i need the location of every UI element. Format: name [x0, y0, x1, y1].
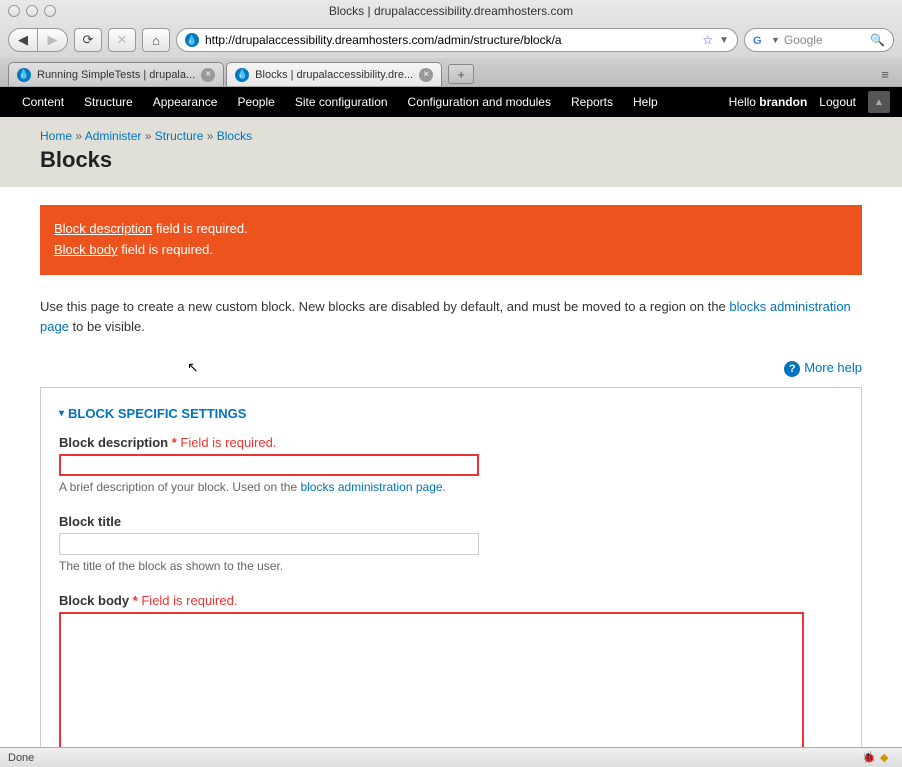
new-tab-button[interactable]: + [448, 64, 474, 84]
admin-toolbar: Content Structure Appearance People Site… [0, 87, 902, 117]
browser-chrome: Blocks | drupalaccessibility.dreamhoster… [0, 0, 902, 87]
crumb-home[interactable]: Home [40, 129, 72, 143]
menu-help[interactable]: Help [623, 95, 668, 109]
field-block-description: Block description * Field is required. A… [59, 435, 843, 494]
page-viewport[interactable]: Content Structure Appearance People Site… [0, 87, 902, 747]
crumb-administer[interactable]: Administer [85, 129, 142, 143]
back-button[interactable]: ◀ [8, 28, 38, 52]
menu-content[interactable]: Content [12, 95, 74, 109]
close-window-icon[interactable] [8, 5, 20, 17]
tab-simpletests[interactable]: 💧 Running SimpleTests | drupala... × [8, 62, 224, 86]
tab-close-icon[interactable]: × [201, 68, 215, 82]
input-block-description[interactable] [59, 454, 479, 476]
drupal-favicon-icon: 💧 [185, 33, 199, 47]
search-bar[interactable]: ▼ Google 🔍 [744, 28, 894, 52]
page-title: Blocks [40, 147, 862, 173]
firebug-icon[interactable]: 🐞 [862, 751, 876, 765]
crumb-structure[interactable]: Structure [155, 129, 204, 143]
logout-link[interactable]: Logout [819, 95, 856, 109]
page-header: Home » Administer » Structure » Blocks B… [0, 117, 902, 187]
more-help: ? More help [40, 360, 862, 377]
error-line: Block description field is required. [54, 219, 848, 240]
blocks-admin-link[interactable]: blocks administration page [300, 480, 442, 494]
tab-label: Blocks | drupalaccessibility.dre... [255, 69, 413, 81]
url-input[interactable] [205, 33, 696, 47]
window-controls [8, 5, 56, 17]
zoom-window-icon[interactable] [44, 5, 56, 17]
titlebar: Blocks | drupalaccessibility.dreamhoster… [0, 0, 902, 22]
tab-list-button[interactable]: ≡ [876, 65, 894, 83]
error-link[interactable]: Block description [54, 221, 152, 236]
collapse-arrow-icon: ▾ [59, 408, 64, 419]
drupal-favicon-icon: 💧 [17, 68, 31, 82]
error-line: Block body field is required. [54, 240, 848, 261]
error-link[interactable]: Block body [54, 242, 118, 257]
help-block-description: A brief description of your block. Used … [59, 480, 843, 494]
input-block-title[interactable] [59, 533, 479, 555]
status-bar: Done 🐞 ◆ [0, 747, 902, 767]
menu-appearance[interactable]: Appearance [143, 95, 228, 109]
dropdown-icon[interactable]: ▼ [719, 35, 729, 46]
window-title: Blocks | drupalaccessibility.dreamhoster… [329, 4, 573, 18]
more-help-link[interactable]: More help [804, 360, 862, 375]
stop-button[interactable]: ✕ [108, 28, 136, 52]
field-block-title: Block title The title of the block as sh… [59, 514, 843, 573]
error-messages: Block description field is required. Blo… [40, 205, 862, 275]
search-placeholder: Google [784, 33, 823, 47]
block-settings-fieldset: ▾ BLOCK SPECIFIC SETTINGS Block descript… [40, 387, 862, 747]
menu-site-config[interactable]: Site configuration [285, 95, 398, 109]
nav-buttons: ◀ ▶ [8, 28, 68, 52]
fieldset-legend[interactable]: ▾ BLOCK SPECIFIC SETTINGS [59, 406, 843, 421]
google-icon [753, 33, 767, 47]
addon-icon[interactable]: ◆ [880, 751, 894, 765]
hello-user: Hello brandon [729, 95, 808, 109]
menu-people[interactable]: People [227, 95, 284, 109]
home-button[interactable]: ⌂ [142, 28, 170, 52]
breadcrumb: Home » Administer » Structure » Blocks [40, 129, 862, 143]
crumb-blocks[interactable]: Blocks [217, 129, 252, 143]
search-icon[interactable]: 🔍 [870, 33, 885, 47]
label-block-description: Block description * Field is required. [59, 435, 843, 450]
menu-reports[interactable]: Reports [561, 95, 623, 109]
url-bar[interactable]: 💧 ☆ ▼ [176, 28, 738, 52]
tab-blocks[interactable]: 💧 Blocks | drupalaccessibility.dre... × [226, 62, 442, 86]
tab-strip: 💧 Running SimpleTests | drupala... × 💧 B… [0, 58, 902, 86]
label-block-body: Block body * Field is required. [59, 593, 843, 608]
page-body: Block description field is required. Blo… [0, 187, 902, 747]
tab-label: Running SimpleTests | drupala... [37, 69, 195, 81]
bookmark-star-icon[interactable]: ☆ [702, 33, 713, 47]
browser-toolbar: ◀ ▶ ⟳ ✕ ⌂ 💧 ☆ ▼ ▼ Google 🔍 [0, 22, 902, 58]
label-block-title: Block title [59, 514, 843, 529]
info-icon: ? [784, 361, 800, 377]
tab-close-icon[interactable]: × [419, 68, 433, 82]
toolbar-toggle-icon[interactable]: ▲ [868, 91, 890, 113]
drupal-favicon-icon: 💧 [235, 68, 249, 82]
forward-button[interactable]: ▶ [38, 28, 68, 52]
field-block-body: Block body * Field is required. [59, 593, 843, 747]
reload-button[interactable]: ⟳ [74, 28, 102, 52]
help-block-title: The title of the block as shown to the u… [59, 559, 843, 573]
minimize-window-icon[interactable] [26, 5, 38, 17]
intro-text: Use this page to create a new custom blo… [40, 297, 862, 339]
menu-structure[interactable]: Structure [74, 95, 143, 109]
textarea-block-body[interactable] [59, 612, 804, 747]
menu-config-modules[interactable]: Configuration and modules [398, 95, 561, 109]
